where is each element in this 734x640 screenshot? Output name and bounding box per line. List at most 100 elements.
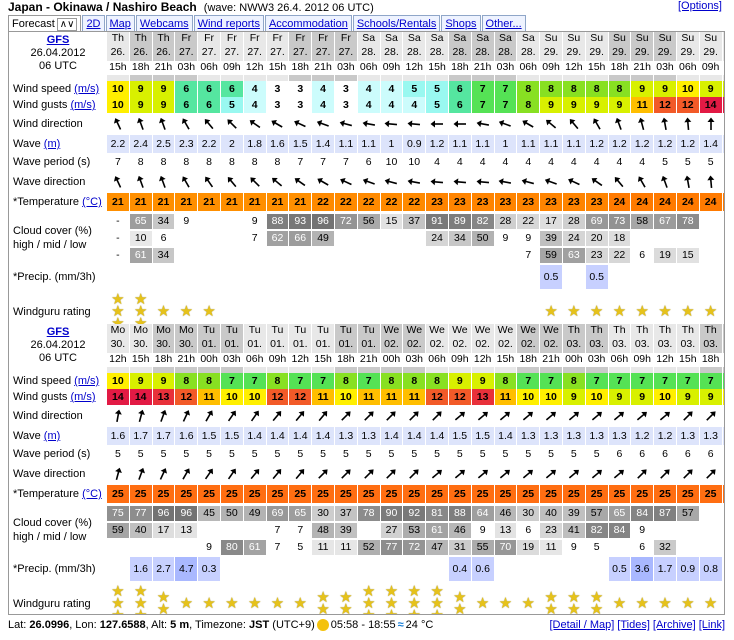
time-column-header: We 02. 03h bbox=[403, 324, 427, 373]
temperature-row-cell: 22 bbox=[403, 193, 427, 211]
wave-period-row-cell: 5 bbox=[107, 445, 130, 463]
cloud-high-cell: 69 bbox=[266, 505, 289, 521]
date-label: 01. bbox=[247, 337, 262, 350]
cloud-column: 82 50 bbox=[471, 211, 495, 265]
wind-speed-row-cell: 9 bbox=[152, 81, 176, 97]
tab-schools[interactable]: Schools/Rentals bbox=[352, 15, 441, 31]
tab-other[interactable]: Other... bbox=[481, 15, 526, 31]
cloud-low-cell bbox=[289, 248, 311, 263]
wave-direction-arrow-icon bbox=[700, 171, 723, 193]
wave-row-cell: 2.2 bbox=[107, 135, 130, 153]
wind-gusts-row-cell: 3 bbox=[266, 97, 290, 113]
wave-period-row-cell: 6 bbox=[677, 445, 700, 463]
cloud-column: 30 6 19 bbox=[517, 503, 541, 557]
wind-direction-arrow-icon bbox=[198, 113, 221, 135]
wave-direction-arrow-icon bbox=[426, 463, 449, 485]
precip-row-cell: 0.8 bbox=[699, 557, 723, 581]
star-icon: ★ bbox=[430, 608, 443, 614]
wind-speed-row-cell: 8 bbox=[517, 81, 541, 97]
precip-row-cell bbox=[221, 557, 244, 581]
wind-gusts-row-cell: 11 bbox=[198, 389, 221, 405]
wind-speed-row-cell: 6 bbox=[220, 81, 244, 97]
temperature-row-label-text: *Temperature bbox=[13, 488, 80, 500]
wave-row-label-unit-link[interactable]: (m) bbox=[44, 138, 61, 150]
wind-gusts-row-cell: 10 bbox=[334, 389, 358, 405]
wave-row-cell: 2.2 bbox=[198, 135, 221, 153]
star-icon: ★ bbox=[658, 595, 672, 612]
model-info: GFS 26.04.2012 06 UTC bbox=[9, 324, 107, 373]
tab-accommodation[interactable]: Accommodation bbox=[264, 15, 352, 31]
rating-cell: ★★ bbox=[586, 581, 609, 614]
date-label: 27. bbox=[292, 45, 308, 58]
rating-cell: ★ bbox=[221, 581, 244, 614]
wave-row-cell: 1.1 bbox=[562, 135, 586, 153]
time-column-header: Sa 28. 18h bbox=[448, 32, 472, 81]
tab-forecast[interactable]: Forecast ∧∨ bbox=[8, 15, 82, 31]
star-icon: ★ bbox=[544, 303, 558, 320]
temperature-row-label-unit-link[interactable]: (°C) bbox=[82, 488, 102, 500]
wave-row-cell: 1.2 bbox=[654, 135, 677, 153]
temperature-row-cell: 25 bbox=[152, 485, 176, 503]
archive-link[interactable]: [Archive] bbox=[653, 619, 696, 631]
cloud-low-cell bbox=[198, 248, 220, 263]
cloud-cover-label: Cloud cover (%) high / mid / low bbox=[9, 211, 107, 265]
star-icon: ★ bbox=[339, 601, 353, 615]
rating-cell: ★ bbox=[700, 581, 723, 614]
wave-row-label-unit-link[interactable]: (m) bbox=[44, 430, 61, 442]
wave-direction-row-label-text: Wave direction bbox=[13, 468, 86, 480]
time-column-header: Tu 01. 09h bbox=[266, 324, 290, 373]
detail-map-link[interactable]: [Detail / Map] bbox=[549, 619, 614, 631]
forecast-table: GFS 26.04.2012 06 UTC Th 26. 15h Th 26. 18h Th 26.… bbox=[8, 31, 725, 615]
rating-cell: ★★★ bbox=[381, 581, 404, 614]
wave-direction-arrow-icon bbox=[107, 171, 130, 193]
tab-shops[interactable]: Shops bbox=[441, 15, 481, 31]
link-link[interactable]: [Link] bbox=[699, 619, 725, 631]
tab-webcams[interactable]: Webcams bbox=[135, 15, 193, 31]
hour-label: 15h bbox=[585, 61, 608, 75]
options-link[interactable]: [Options] bbox=[678, 0, 722, 12]
precip-row-cell bbox=[495, 557, 518, 581]
time-column-header: Sa 28. 06h bbox=[357, 32, 381, 81]
wave-period-row-cell: 6 bbox=[723, 445, 724, 463]
time-column-header: Th 03. 09h bbox=[631, 324, 655, 373]
cloud-cover-label: Cloud cover (%) high / mid / low bbox=[9, 503, 107, 557]
wave-period-row-cell: 5 bbox=[198, 445, 221, 463]
wave-row-cell: 1.4 bbox=[403, 427, 427, 445]
graph-icon[interactable]: ∧∨ bbox=[56, 17, 78, 31]
time-column-header: Th03.21h bbox=[722, 324, 724, 373]
wind-speed-row-label-unit-link[interactable]: (m/s) bbox=[74, 83, 99, 95]
wind-direction-arrow-icon bbox=[289, 405, 313, 427]
wind-direction-arrow-icon bbox=[221, 405, 244, 427]
tab-map[interactable]: Map bbox=[105, 15, 135, 31]
alt-label: , Alt: bbox=[145, 619, 168, 631]
precip-row-cell bbox=[175, 265, 199, 289]
wind-direction-arrow-icon bbox=[472, 405, 495, 427]
temperature-row-cell: 21 bbox=[289, 193, 313, 211]
wind-gusts-row-label-unit-link[interactable]: (m/s) bbox=[70, 99, 95, 111]
wave-direction-arrow-icon bbox=[221, 171, 244, 193]
lat-label: Lat: bbox=[8, 619, 27, 631]
tab-wind-reports[interactable]: Wind reports bbox=[193, 15, 264, 31]
day-label: Th bbox=[636, 324, 649, 336]
temperature-row-label-unit-link[interactable]: (°C) bbox=[82, 196, 102, 208]
wind-direction-arrow-icon bbox=[540, 405, 563, 427]
tab-2d[interactable]: 2D bbox=[82, 15, 105, 31]
day-label: Th bbox=[704, 324, 717, 336]
cloud-mid-cell: 9 bbox=[502, 232, 509, 244]
temperature-row-cell: 25 bbox=[357, 485, 381, 503]
time-column-header: We 02. 15h bbox=[494, 324, 518, 373]
wave-row: Wave (m) 2.2 2.4 2.5 2.3 2.2 2 1.8 1.6 1.5 1.4 1.1 1… bbox=[9, 135, 724, 153]
wave-period-row-cell: 4 bbox=[540, 153, 563, 171]
wind-gusts-row-cell: 9 bbox=[562, 97, 586, 113]
wind-direction-arrow-icon bbox=[107, 113, 130, 135]
wind-speed-row-label-unit-link[interactable]: (m/s) bbox=[74, 375, 99, 387]
cloud-low-cell: 19 bbox=[654, 247, 676, 263]
model-name-link[interactable]: GFS bbox=[47, 326, 70, 338]
wind-gusts-row-label-unit-link[interactable]: (m/s) bbox=[70, 391, 95, 403]
cloud-column: 88 62 bbox=[266, 211, 290, 265]
time-column-header: Sa 28. 15h bbox=[426, 32, 449, 81]
precip-row-cell: 2.7 bbox=[152, 557, 176, 581]
model-name-link[interactable]: GFS bbox=[47, 34, 70, 46]
time-column-header: Fr 27. 12h bbox=[243, 32, 267, 81]
tides-link[interactable]: [Tides] bbox=[617, 619, 650, 631]
